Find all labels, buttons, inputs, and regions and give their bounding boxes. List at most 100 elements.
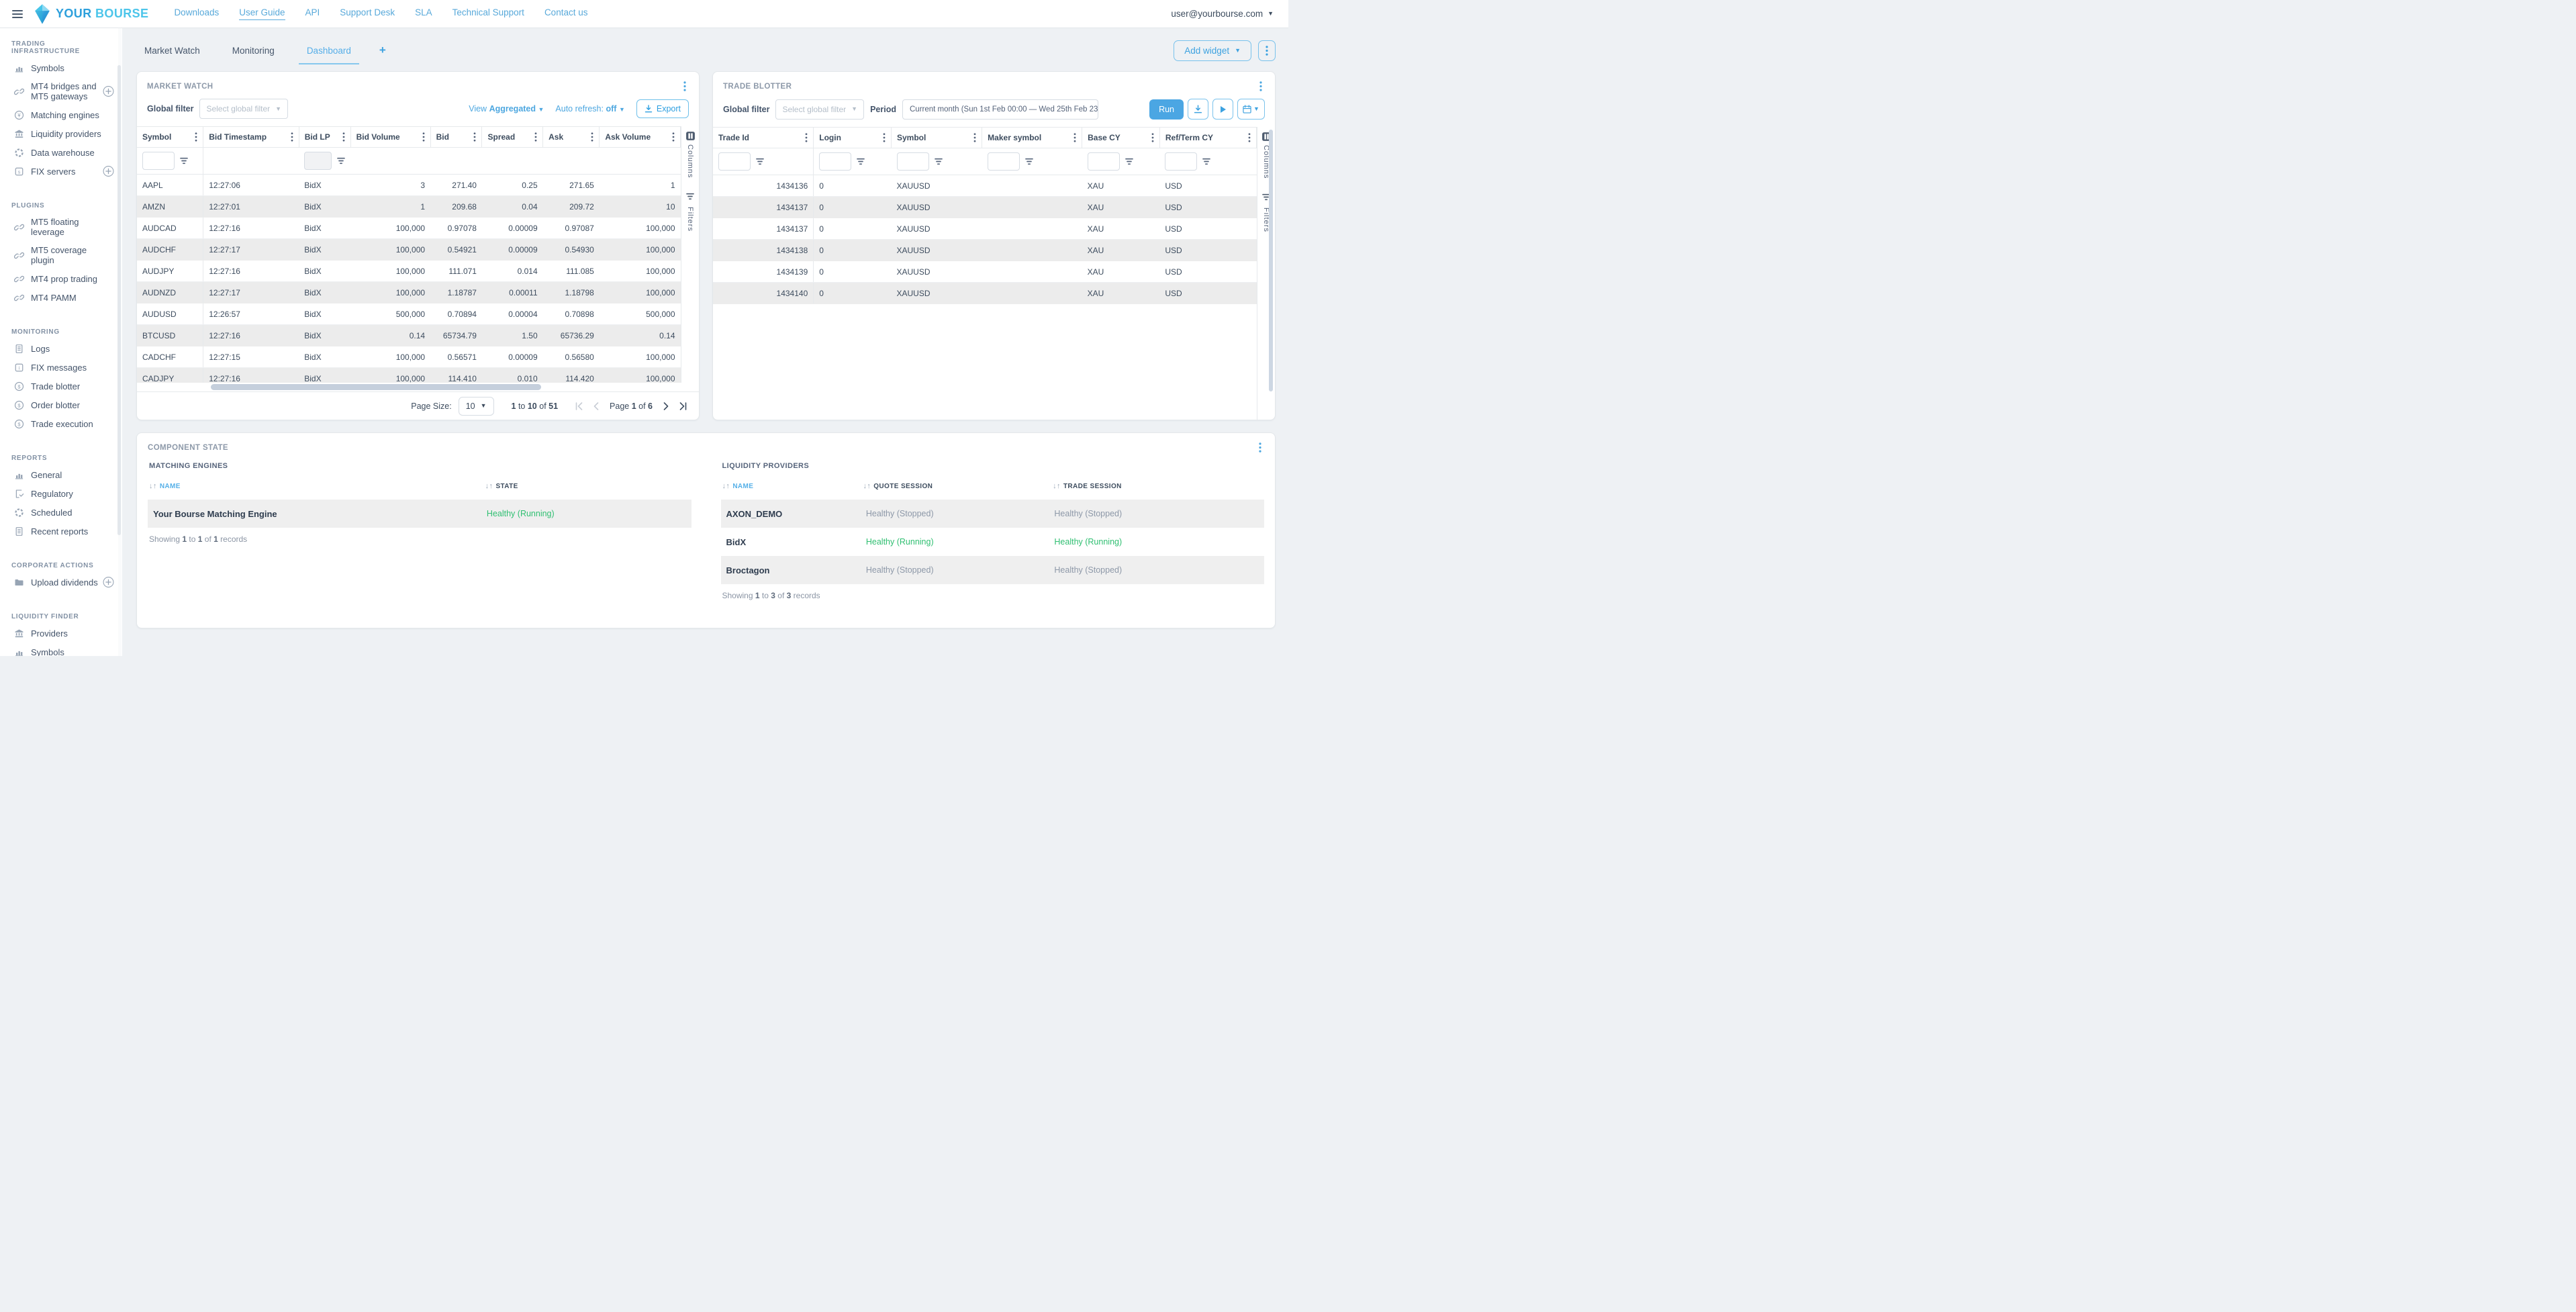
column-header-bid-lp[interactable]: Bid LP	[299, 127, 350, 148]
filter-icon[interactable]	[935, 158, 943, 165]
market-watch-row[interactable]: CADCHF12:27:15BidX100,0000.565710.000090…	[137, 346, 681, 368]
trade-blotter-row[interactable]: 14341370XAUUSDXAUUSD	[713, 218, 1257, 240]
sidebar-item-fix-messages[interactable]: i FIX messages	[0, 358, 122, 377]
sort-header-name[interactable]: ↓↑NAME	[149, 482, 485, 490]
trade-blotter-row[interactable]: 14341380XAUUSDXAUUSD	[713, 240, 1257, 261]
column-menu-icon[interactable]	[973, 133, 976, 142]
sidebar-item-mt4-prop-trading[interactable]: MT4 prop trading	[0, 269, 122, 288]
column-menu-icon[interactable]	[534, 132, 537, 142]
sidebar-item-providers[interactable]: Providers	[0, 624, 122, 643]
period-input[interactable]: Current month (Sun 1st Feb 00:00 — Wed 2…	[902, 99, 1098, 120]
column-header-trade-id[interactable]: Trade Id	[713, 128, 814, 148]
trade-blotter-row[interactable]: 14341390XAUUSDXAUUSD	[713, 261, 1257, 283]
tab-monitoring[interactable]: Monitoring	[224, 37, 283, 64]
sort-header-quote-session[interactable]: ↓↑QUOTE SESSION	[863, 482, 1053, 490]
filter-icon[interactable]	[1025, 158, 1033, 165]
add-widget-button[interactable]: Add widget▼	[1174, 40, 1251, 61]
nav-link-downloads[interactable]: Downloads	[174, 7, 219, 20]
column-menu-icon[interactable]	[342, 132, 345, 142]
column-header-maker-symbol[interactable]: Maker symbol	[982, 128, 1082, 148]
filter-input-login[interactable]	[819, 152, 851, 171]
widget-menu-button[interactable]	[1256, 441, 1264, 454]
sidebar-item-general[interactable]: General	[0, 465, 122, 484]
view-mode-dropdown[interactable]: View Aggregated ▼	[469, 104, 544, 113]
filter-input-symbol[interactable]	[897, 152, 929, 171]
column-header-symbol[interactable]: Symbol	[137, 127, 203, 148]
sidebar-item-mt4-pamm[interactable]: MT4 PAMM	[0, 288, 122, 307]
filter-input-bid-lp[interactable]	[304, 152, 332, 170]
column-header-bid[interactable]: Bid	[430, 127, 482, 148]
play-button[interactable]	[1212, 99, 1233, 120]
market-watch-row[interactable]: AUDUSD12:26:57BidX500,0000.708940.000040…	[137, 303, 681, 325]
add-circle-icon[interactable]	[103, 577, 114, 588]
sidebar-item-trade-blotter[interactable]: $ Trade blotter	[0, 377, 122, 395]
column-menu-icon[interactable]	[591, 132, 593, 142]
column-header-symbol[interactable]: Symbol	[892, 128, 982, 148]
column-header-ask[interactable]: Ask	[543, 127, 600, 148]
column-header-base-cy[interactable]: Base CY	[1082, 128, 1160, 148]
filter-icon[interactable]	[1202, 158, 1210, 165]
nav-link-contact-us[interactable]: Contact us	[544, 7, 588, 20]
sort-header-state[interactable]: ↓↑STATE	[485, 482, 691, 490]
liquidity-provider-row[interactable]: AXON_DEMO Healthy (Stopped) Healthy (Sto…	[721, 500, 1265, 528]
liquidity-provider-row[interactable]: Broctagon Healthy (Stopped) Healthy (Sto…	[721, 556, 1265, 584]
liquidity-provider-row[interactable]: BidX Healthy (Running) Healthy (Running)	[721, 528, 1265, 556]
trade-blotter-row[interactable]: 14341370XAUUSDXAUUSD	[713, 197, 1257, 218]
hamburger-menu-icon[interactable]	[9, 7, 26, 21]
market-watch-row[interactable]: AMZN12:27:01BidX1209.680.04209.7210	[137, 196, 681, 218]
market-watch-row[interactable]: AAPL12:27:06BidX3271.400.25271.651	[137, 175, 681, 196]
column-menu-icon[interactable]	[883, 133, 886, 142]
market-watch-row[interactable]: AUDCHF12:27:17BidX100,0000.549210.000090…	[137, 239, 681, 261]
logo[interactable]: YOUR BOURSE	[34, 4, 148, 24]
run-button[interactable]: Run	[1149, 99, 1184, 120]
matching-engine-row[interactable]: Your Bourse Matching Engine Healthy (Run…	[148, 500, 691, 528]
add-circle-icon[interactable]	[103, 86, 114, 97]
column-header-ask-volume[interactable]: Ask Volume	[600, 127, 681, 148]
user-menu[interactable]: user@yourbourse.com ▼	[1171, 9, 1274, 19]
columns-panel-icon[interactable]	[685, 131, 696, 141]
sidebar-item-regulatory[interactable]: Regulatory	[0, 484, 122, 503]
prev-page-icon[interactable]	[593, 402, 599, 410]
filter-icon[interactable]	[337, 157, 345, 165]
column-menu-icon[interactable]	[672, 132, 675, 142]
widget-menu-button[interactable]	[681, 80, 689, 93]
column-menu-icon[interactable]	[422, 132, 425, 142]
export-button[interactable]: Export	[636, 99, 689, 118]
column-menu-icon[interactable]	[473, 132, 476, 142]
filter-input-maker-symbol[interactable]	[988, 152, 1020, 171]
column-header-spread[interactable]: Spread	[482, 127, 543, 148]
sort-header-trade-session[interactable]: ↓↑TRADE SESSION	[1053, 482, 1264, 490]
sidebar-item-trade-execution[interactable]: $ Trade execution	[0, 414, 122, 433]
sidebar-item-liquidity-providers[interactable]: Liquidity providers	[0, 124, 122, 143]
sidebar-item-mt4-bridges-and-mt5-gateways[interactable]: MT4 bridges and MT5 gateways	[0, 77, 122, 105]
trade-blotter-row[interactable]: 14341360XAUUSDXAUUSD	[713, 175, 1257, 197]
horizontal-scrollbar[interactable]	[137, 383, 699, 391]
column-header-login[interactable]: Login	[814, 128, 892, 148]
sidebar-item-upload-dividends[interactable]: Upload dividends	[0, 573, 122, 592]
nav-link-user-guide[interactable]: User Guide	[239, 7, 285, 20]
add-circle-icon[interactable]	[103, 166, 114, 177]
vertical-scrollbar[interactable]	[1269, 130, 1273, 391]
nav-link-technical-support[interactable]: Technical Support	[452, 7, 524, 20]
market-watch-row[interactable]: AUDNZD12:27:17BidX100,0001.187870.000111…	[137, 282, 681, 303]
next-page-icon[interactable]	[663, 402, 669, 410]
sidebar-item-scheduled[interactable]: Scheduled	[0, 503, 122, 522]
tab-market-watch[interactable]: Market Watch	[136, 37, 208, 64]
sidebar-item-matching-engines[interactable]: ¥ Matching engines	[0, 105, 122, 124]
column-header-bid-volume[interactable]: Bid Volume	[350, 127, 430, 148]
market-watch-row[interactable]: BTCUSD12:27:16BidX0.1465734.791.5065736.…	[137, 325, 681, 346]
nav-link-api[interactable]: API	[305, 7, 320, 20]
page-size-select[interactable]: 10▼	[459, 397, 494, 416]
filter-icon[interactable]	[180, 157, 188, 165]
download-button[interactable]	[1188, 99, 1208, 120]
sidebar-item-mt5-floating-leverage[interactable]: MT5 floating leverage	[0, 213, 122, 241]
global-filter-select[interactable]: Select global filter▼	[199, 99, 288, 119]
columns-panel-tab[interactable]: Columns	[686, 144, 694, 178]
filters-panel-icon[interactable]	[686, 193, 694, 200]
filter-icon[interactable]	[857, 158, 865, 165]
first-page-icon[interactable]	[575, 402, 583, 410]
nav-link-sla[interactable]: SLA	[415, 7, 432, 20]
sidebar-item-symbols[interactable]: Symbols	[0, 643, 122, 656]
market-watch-row[interactable]: AUDCAD12:27:16BidX100,0000.970780.000090…	[137, 218, 681, 239]
column-header-ref-term-cy[interactable]: Ref/Term CY	[1159, 128, 1256, 148]
